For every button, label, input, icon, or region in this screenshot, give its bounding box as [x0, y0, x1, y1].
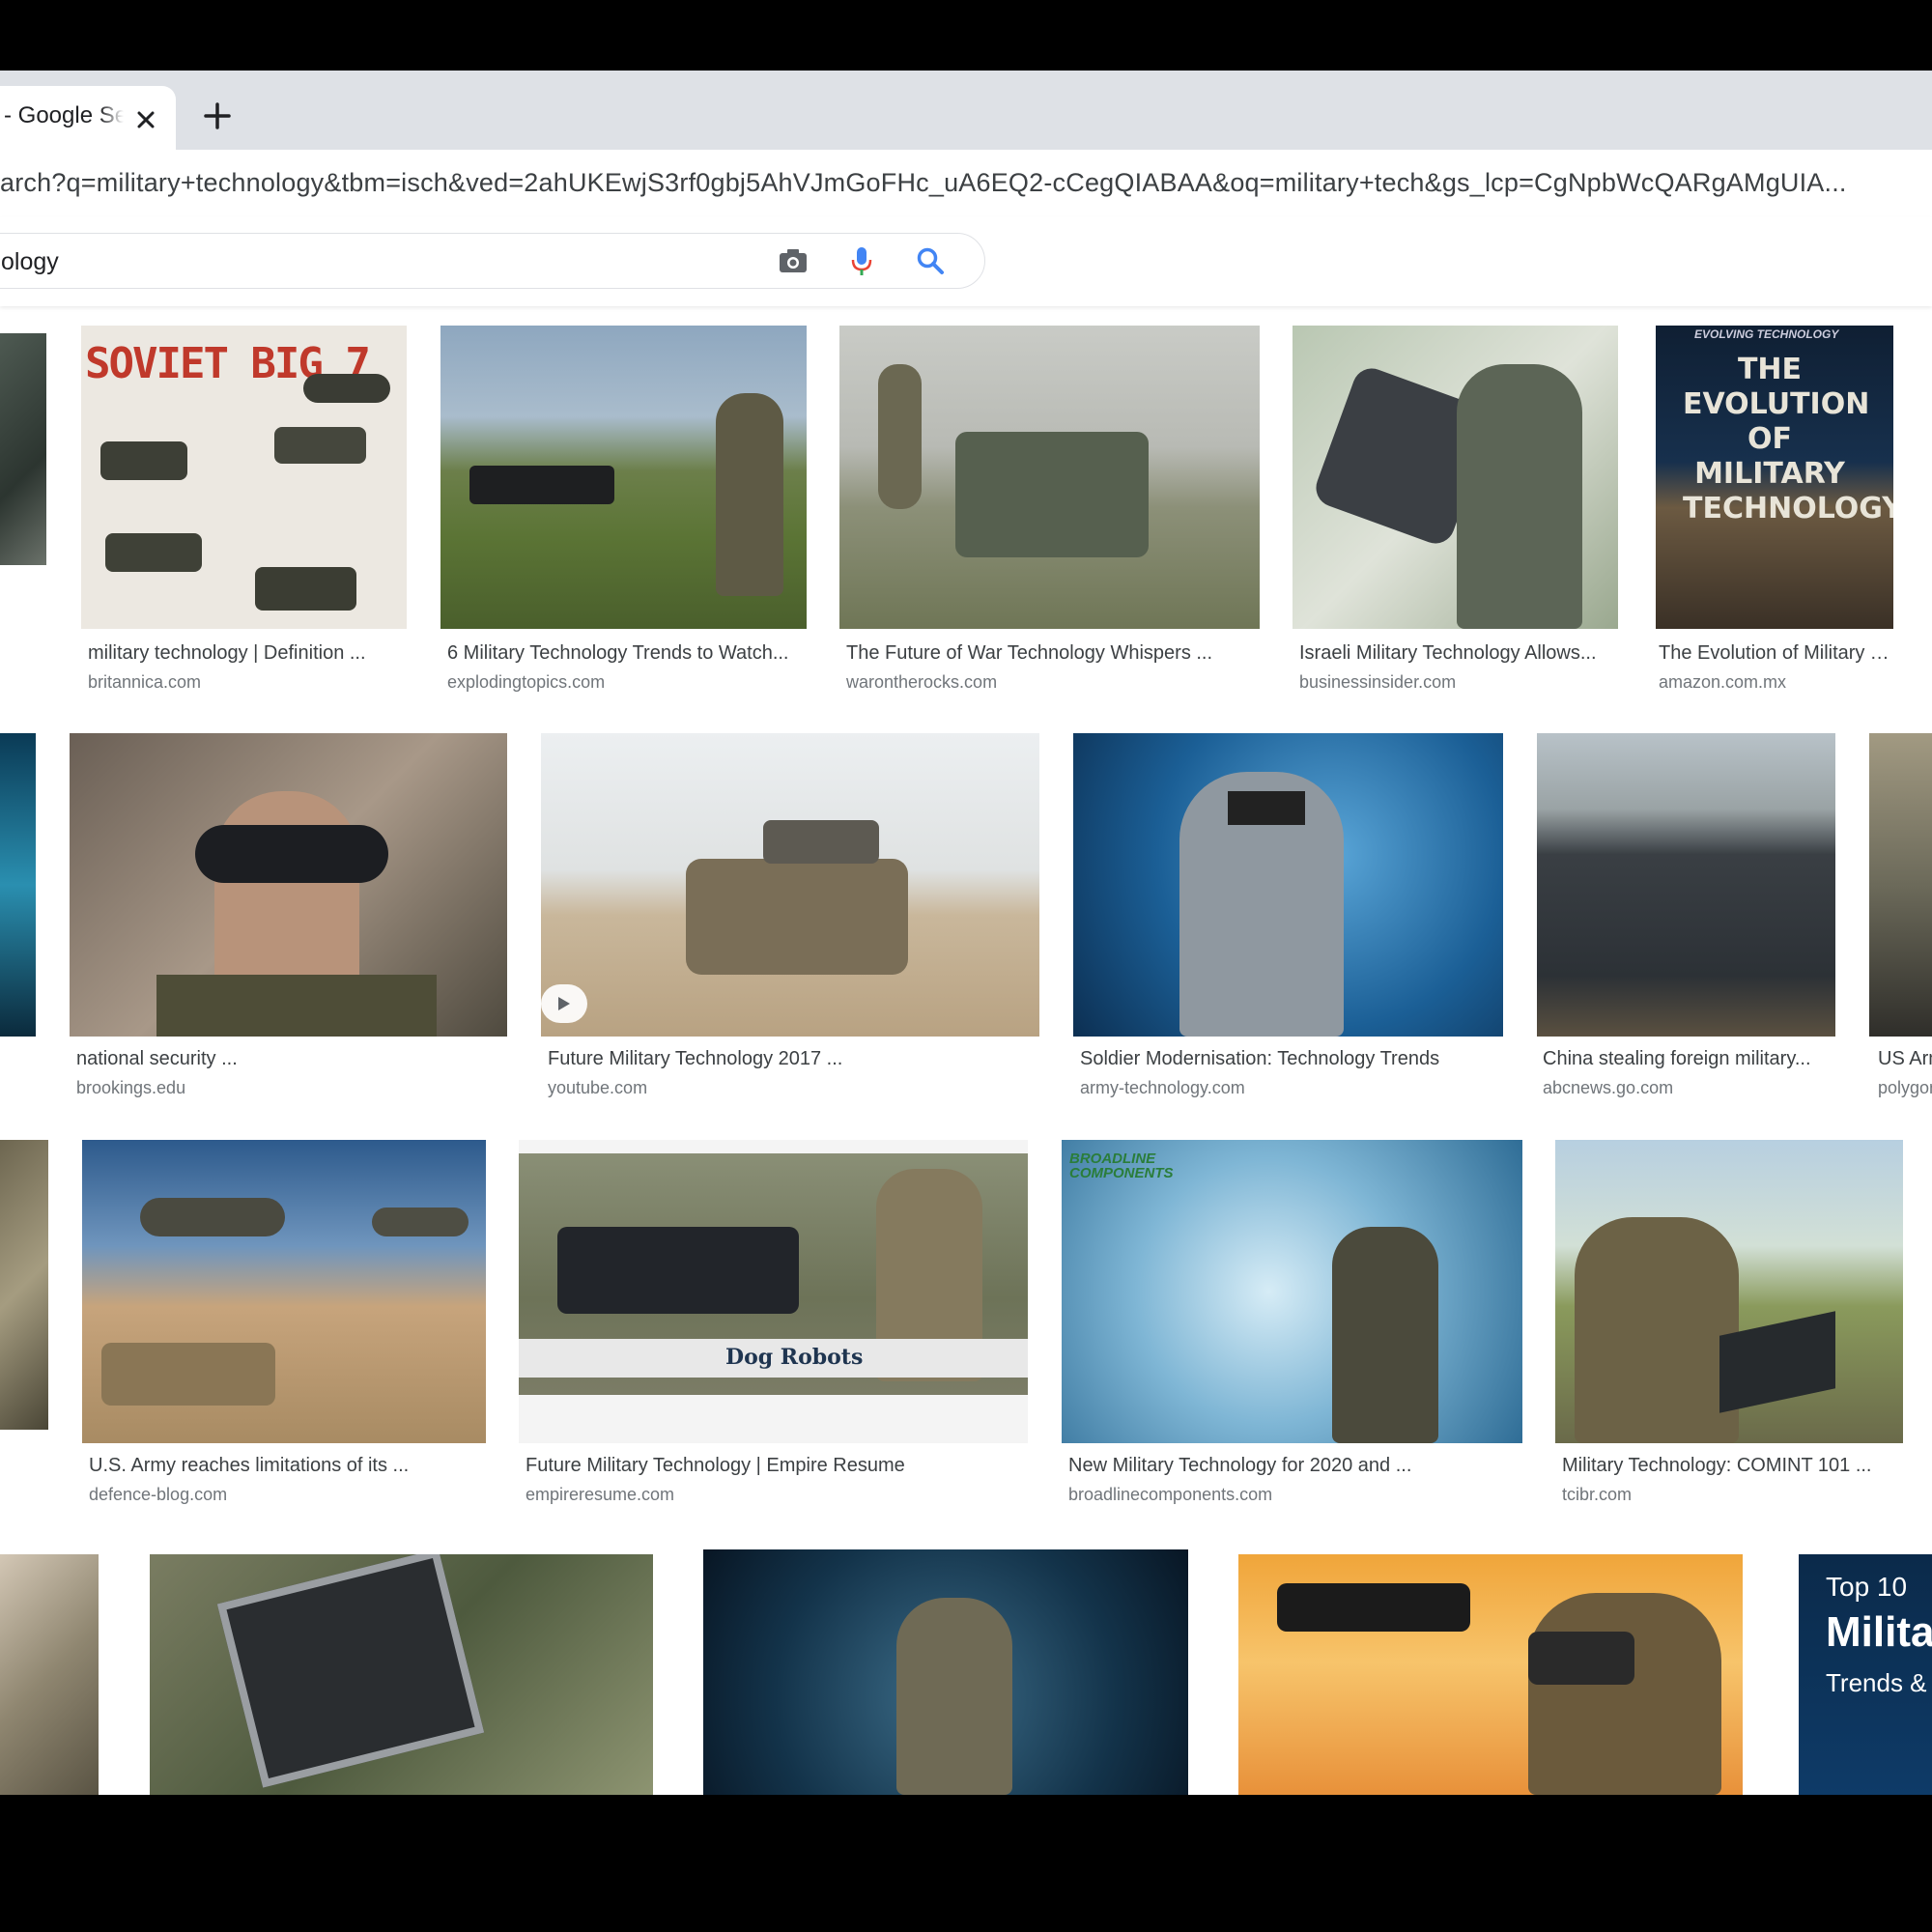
result-image[interactable] [1869, 733, 1932, 1037]
result-caption[interactable]: national security ... [76, 1048, 501, 1070]
result-image[interactable] [0, 1554, 99, 1795]
tank-shape [101, 1343, 275, 1406]
result-image[interactable] [1537, 733, 1835, 1037]
result-image[interactable] [150, 1554, 653, 1795]
soldier-shape [1457, 364, 1582, 629]
result-image[interactable]: BROADLINE COMPONENTS [1062, 1140, 1522, 1443]
plus-icon[interactable] [201, 99, 234, 132]
result-image[interactable] [1555, 1140, 1903, 1443]
aircraft-shape [372, 1208, 469, 1236]
helicopter-shape [303, 374, 390, 403]
play-icon[interactable] [541, 984, 587, 1023]
tab-google-search[interactable]: - Google Search [0, 86, 176, 150]
result-caption[interactable]: 6 Military Technology Trends to Watch... [447, 642, 799, 665]
result-caption[interactable]: military technology | Definition ... [88, 642, 412, 665]
search-box[interactable]: ology [0, 233, 985, 289]
result-caption[interactable]: Future Military Technology | Empire Resu… [526, 1455, 1023, 1477]
url-text: arch?q=military+technology&tbm=isch&ved=… [0, 168, 1847, 197]
result-caption[interactable]: Soldier Modernisation: Technology Trends [1080, 1048, 1497, 1070]
result-source[interactable]: warontherocks.com [846, 672, 1256, 693]
result-image[interactable] [0, 733, 36, 1037]
result-image[interactable] [82, 1140, 486, 1443]
robot-dog-shape [557, 1227, 799, 1314]
turret-shape [763, 820, 879, 864]
soldier-shape [896, 1598, 1012, 1795]
result-image[interactable] [1238, 1554, 1743, 1795]
result-caption[interactable]: Future Military Technology 2017 ... [548, 1048, 1036, 1070]
tab-strip: - Google Search [0, 71, 1932, 150]
result-source[interactable]: tcibr.com [1562, 1485, 1900, 1505]
soldier-shape [1575, 1217, 1739, 1443]
result-image[interactable] [440, 326, 807, 629]
tab-title: - Google Search [4, 102, 124, 128]
result-source[interactable]: britannica.com [88, 672, 412, 693]
result-caption[interactable]: Military Technology: COMINT 101 ... [1562, 1455, 1900, 1477]
thumb-kicker: EVOLVING TECHNOLOGY [1694, 327, 1839, 341]
result-image[interactable] [1293, 326, 1618, 629]
vr-headset-shape [1228, 791, 1305, 825]
result-source[interactable]: youtube.com [548, 1078, 1036, 1098]
result-source[interactable]: explodingtopics.com [447, 672, 799, 693]
result-image[interactable] [839, 326, 1260, 629]
result-image[interactable] [70, 733, 507, 1037]
browser-window: - Google Search arch?q=military+technolo… [0, 71, 1932, 1795]
result-source[interactable]: brookings.edu [76, 1078, 501, 1098]
result-caption[interactable]: The Evolution of Military Technology [1659, 642, 1890, 665]
result-source[interactable]: army-technology.com [1080, 1078, 1497, 1098]
search-header: ology [0, 217, 1932, 306]
thumb-title: THE EVOLUTION OF MILITARY TECHNOLOGY [1683, 353, 1893, 526]
mic-icon[interactable] [845, 244, 878, 277]
thumb-logo-text: BROADLINE COMPONENTS [1069, 1151, 1174, 1181]
result-caption[interactable]: China stealing foreign military... [1543, 1048, 1828, 1070]
result-source[interactable]: abcnews.go.com [1543, 1078, 1828, 1098]
thumb-kicker: Top 10 [1826, 1572, 1908, 1602]
thumb-title: Milita [1826, 1608, 1932, 1656]
result-source[interactable]: defence-blog.com [89, 1485, 480, 1505]
result-image[interactable] [703, 1549, 1188, 1795]
vr-headset-shape [1528, 1632, 1634, 1685]
result-image[interactable] [0, 1140, 48, 1430]
search-input[interactable]: ology [1, 248, 59, 276]
result-image[interactable] [1073, 733, 1503, 1037]
tank-shape [274, 427, 366, 464]
soldier-shape [1528, 1593, 1721, 1795]
result-image[interactable] [541, 733, 1039, 1037]
tank-shape [105, 533, 202, 572]
search-icon[interactable] [914, 244, 947, 277]
result-source[interactable]: businessinsider.com [1299, 672, 1613, 693]
uniform-shape [156, 975, 437, 1037]
result-image[interactable]: Dog Robots [519, 1140, 1028, 1443]
camera-icon[interactable] [777, 244, 810, 277]
soldier-shape [878, 364, 922, 509]
artillery-shape [955, 432, 1149, 557]
address-bar[interactable]: arch?q=military+technology&tbm=isch&ved=… [0, 150, 1932, 218]
result-image[interactable] [0, 333, 46, 565]
result-image[interactable]: SOVIET BIG 7 [81, 326, 407, 629]
aircraft-shape [140, 1198, 285, 1236]
close-icon[interactable] [133, 107, 158, 132]
result-source[interactable]: broadlinecomponents.com [1068, 1485, 1518, 1505]
night-vision-goggles [195, 825, 388, 883]
result-caption[interactable]: US Army [1878, 1048, 1932, 1070]
result-source[interactable]: empireresume.com [526, 1485, 1023, 1505]
thumb-subtitle: Trends & [1826, 1668, 1927, 1697]
robot-dog-shape [469, 466, 614, 504]
result-caption[interactable]: U.S. Army reaches limitations of its ... [89, 1455, 480, 1477]
result-image[interactable]: EVOLVING TECHNOLOGY THE EVOLUTION OF MIL… [1656, 326, 1893, 629]
robot-vehicle-shape [686, 859, 908, 975]
laptop-shape [216, 1554, 485, 1788]
drone-shape [1277, 1583, 1470, 1632]
result-source[interactable]: amazon.com.mx [1659, 672, 1890, 693]
tank-shape [255, 567, 356, 611]
result-caption[interactable]: The Future of War Technology Whispers ..… [846, 642, 1256, 665]
soldier-shape [716, 393, 783, 596]
thumb-title: Dog Robots [725, 1345, 864, 1370]
result-image[interactable]: Top 10 Milita Trends & [1799, 1554, 1932, 1795]
tank-shape [100, 441, 187, 480]
result-source[interactable]: polygon.com [1878, 1078, 1932, 1098]
result-caption[interactable]: Israeli Military Technology Allows... [1299, 642, 1613, 665]
soldier-shape [1332, 1227, 1438, 1443]
result-caption[interactable]: New Military Technology for 2020 and ... [1068, 1455, 1518, 1477]
